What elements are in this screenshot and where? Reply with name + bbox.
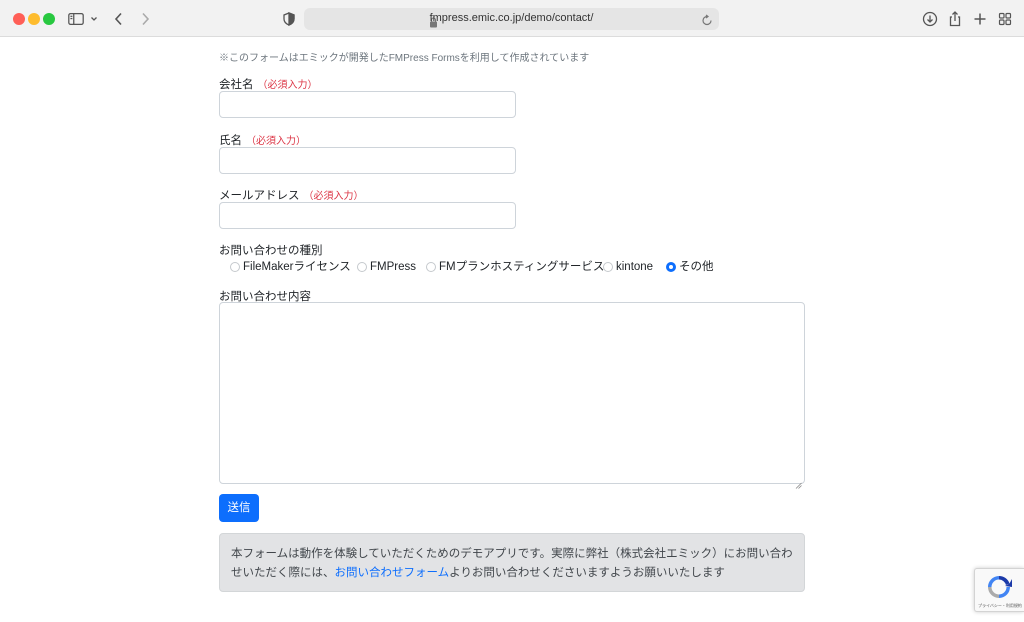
name-input[interactable] — [219, 147, 516, 174]
info-text-after: よりお問い合わせくださいますようお願いいたします — [449, 567, 725, 579]
reload-icon[interactable] — [701, 12, 713, 26]
radio-circle[interactable] — [230, 262, 240, 272]
close-window-button[interactable] — [13, 13, 25, 25]
radio-label: FileMakerライセンス — [243, 261, 351, 273]
new-tab-icon[interactable] — [970, 9, 990, 29]
email-label: メールアドレス （必須入力） — [219, 187, 364, 203]
chevron-down-icon[interactable] — [89, 9, 99, 29]
submit-button[interactable]: 送信 — [219, 494, 259, 522]
recaptcha-text[interactable]: プライバシー・利用規約 — [978, 603, 1022, 609]
form-notice: ※このフォームはエミックが開発したFMPress Formsを利用して作成されて… — [219, 53, 590, 64]
inquiry-type-label: お問い合わせの種別 — [219, 245, 323, 257]
contact-form-link[interactable]: お問い合わせフォーム — [335, 567, 450, 579]
shield-icon[interactable] — [281, 9, 297, 29]
download-icon[interactable] — [920, 9, 940, 29]
company-input[interactable] — [219, 91, 516, 118]
resize-grip-icon[interactable] — [795, 474, 802, 489]
name-label-text: 氏名 — [219, 135, 242, 147]
radio-label: その他 — [679, 261, 714, 273]
url-text: fmpress.emic.co.jp/demo/contact/ — [429, 12, 594, 24]
back-arrow-icon[interactable] — [111, 9, 127, 29]
company-label: 会社名 （必須入力） — [219, 76, 318, 92]
recaptcha-badge[interactable]: プライバシー・利用規約 — [974, 568, 1024, 612]
content-textarea[interactable] — [219, 302, 805, 489]
radio-label: FMプランホスティングサービス — [439, 261, 605, 273]
info-alert: 本フォームは動作を体験していただくためのデモアプリです。実際に弊社（株式会社エミ… — [219, 533, 805, 592]
radio-circle-checked[interactable] — [666, 262, 676, 272]
radio-circle[interactable] — [357, 262, 367, 272]
email-input[interactable] — [219, 202, 516, 229]
required-mark: （必須入力） — [246, 136, 306, 147]
address-bar[interactable]: fmpress.emic.co.jp/demo/contact/ — [304, 8, 719, 30]
name-label: 氏名 （必須入力） — [219, 132, 306, 148]
email-label-text: メールアドレス — [219, 190, 300, 202]
radio-circle[interactable] — [603, 262, 613, 272]
share-icon[interactable] — [945, 9, 965, 29]
tab-overview-icon[interactable] — [995, 9, 1015, 29]
recaptcha-icon — [985, 573, 1013, 601]
radio-circle[interactable] — [426, 262, 436, 272]
required-mark: （必須入力） — [303, 191, 364, 202]
zoom-window-button[interactable] — [43, 13, 55, 25]
company-label-text: 会社名 — [219, 79, 254, 91]
browser-toolbar: fmpress.emic.co.jp/demo/contact/ — [0, 0, 1024, 37]
radio-label: kintone — [616, 261, 654, 273]
minimize-window-button[interactable] — [28, 13, 40, 25]
forward-arrow-icon[interactable] — [137, 9, 153, 29]
required-mark: （必須入力） — [257, 80, 318, 91]
sidebar-icon[interactable] — [67, 9, 85, 29]
radio-label: FMPress — [370, 261, 416, 273]
